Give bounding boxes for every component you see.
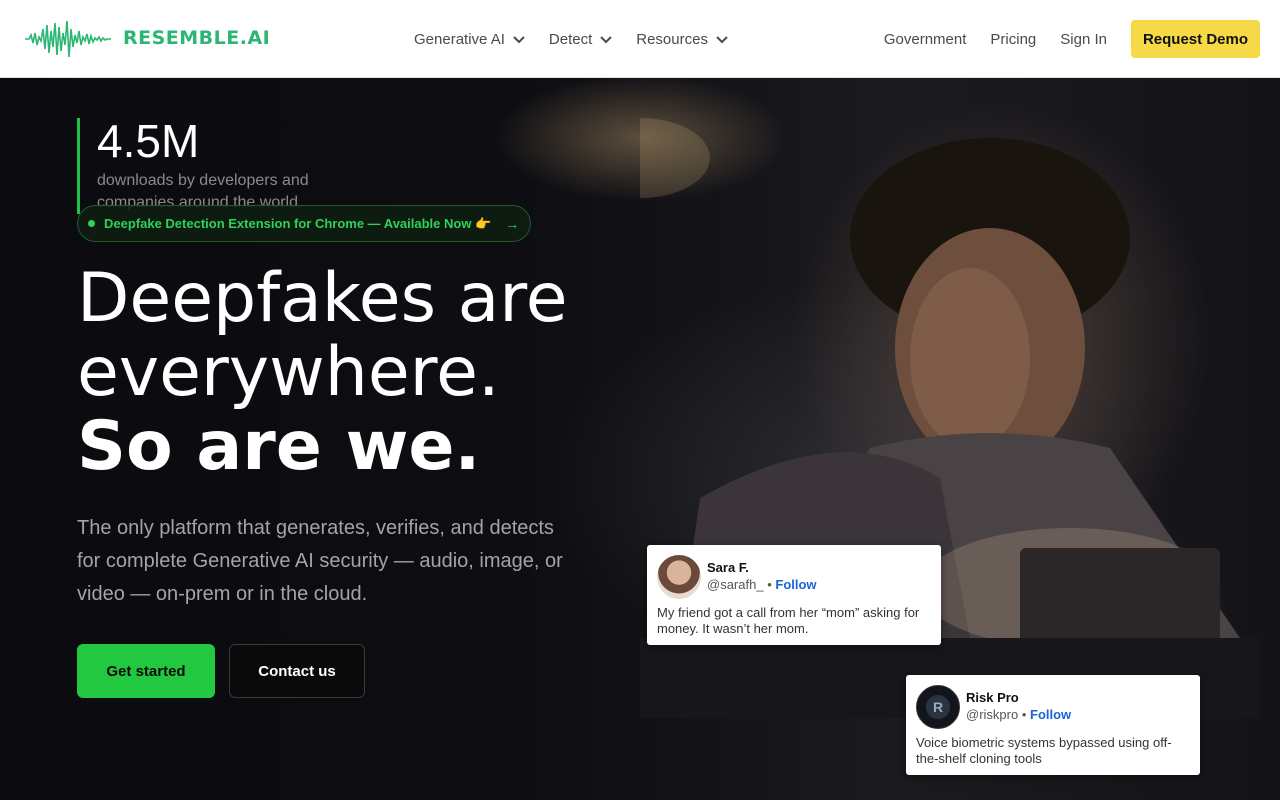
nav-generative-ai[interactable]: Generative AI xyxy=(414,31,527,48)
nav-label: Detect xyxy=(548,30,593,48)
avatar xyxy=(657,555,701,599)
testimonial-card: Sara F. @sarafh_ • Follow My friend got … xyxy=(647,545,941,645)
avatar: R xyxy=(916,685,960,729)
nav-pricing[interactable]: Pricing xyxy=(990,31,1036,48)
waveform-logo-icon xyxy=(25,20,111,58)
chevron-down-icon xyxy=(716,36,728,44)
separator: • xyxy=(767,577,772,592)
testimonial-text: My friend got a call from her “mom” aski… xyxy=(657,605,920,636)
brand-logo[interactable]: RESEMBLE.AI xyxy=(25,17,270,59)
get-started-button[interactable]: Get started xyxy=(77,644,215,698)
primary-nav: Generative AI Detect Resources xyxy=(414,0,752,78)
headline-line-3: So are we. xyxy=(77,407,481,486)
testimonial-card: R Risk Pro @riskpro • Follow Voice biome… xyxy=(906,675,1200,775)
status-dot xyxy=(88,220,95,227)
stat-value: 4.5M xyxy=(97,115,200,167)
secondary-nav: Government Pricing Sign In Request Demo xyxy=(860,0,1260,78)
announcement-text: Deepfake Detection Extension for Chrome … xyxy=(104,215,492,231)
contact-us-button[interactable]: Contact us xyxy=(229,644,365,698)
author-handle: @riskpro xyxy=(966,707,1019,722)
nav-label: Generative AI xyxy=(414,30,505,48)
author-handle: @sarafh_ xyxy=(707,577,764,592)
download-stat: 4.5M downloads by developers and compani… xyxy=(77,118,337,214)
chevron-down-icon xyxy=(513,36,525,44)
author-name: Sara F. xyxy=(707,560,749,575)
headline-line-1: Deepfakes are xyxy=(77,259,568,338)
testimonial-text: Voice biometric systems bypassed using o… xyxy=(916,735,1172,766)
author-name: Risk Pro xyxy=(966,690,1019,705)
separator: • xyxy=(1021,707,1027,722)
follow-link[interactable]: Follow xyxy=(1030,707,1071,722)
hero-headline: Deepfakes are everywhere. So are we. xyxy=(77,262,568,484)
nav-sign-in[interactable]: Sign In xyxy=(1060,31,1107,48)
hero-subtitle: The only platform that generates, verifi… xyxy=(77,517,563,605)
chevron-down-icon xyxy=(600,36,612,44)
request-demo-button[interactable]: Request Demo xyxy=(1130,20,1260,58)
nav-resources[interactable]: Resources xyxy=(636,31,730,48)
headline-line-2: everywhere. xyxy=(77,333,500,412)
arrow-right-icon: → xyxy=(505,215,520,232)
chrome-extension-announcement[interactable]: Deepfake Detection Extension for Chrome … xyxy=(77,205,531,242)
follow-link[interactable]: Follow xyxy=(775,577,816,592)
site-header: RESEMBLE.AI Generative AI Detect Resourc… xyxy=(0,0,1280,78)
nav-government[interactable]: Government xyxy=(884,31,967,48)
brand-name: RESEMBLE.AI xyxy=(123,27,271,49)
nav-detect[interactable]: Detect xyxy=(549,31,614,48)
nav-label: Resources xyxy=(636,30,708,48)
